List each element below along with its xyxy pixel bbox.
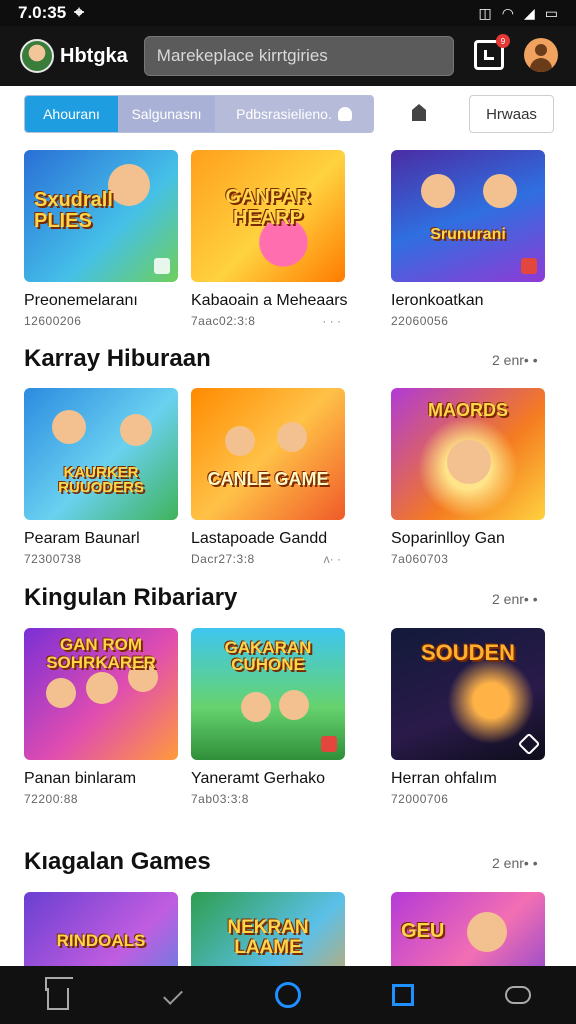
square-icon [392, 984, 415, 1006]
app-bar: Hbtgka Marekeplace kirrtgiries 9 [0, 26, 576, 86]
bottom-nav [0, 966, 576, 1024]
game-card[interactable]: GAN ROM SOHRKARER Panan binlaram 72200:8… [24, 628, 178, 806]
tab-label: Pdbsrasielieno. [236, 106, 332, 122]
game-card[interactable]: Srunurani Ieronkoatkan 22060056 [391, 150, 545, 328]
see-all-link[interactable]: 2 enr• • [492, 855, 538, 871]
battery-icon: ▭ [544, 4, 558, 21]
section-title: Karray Hiburaan [24, 345, 211, 372]
notifications-button[interactable]: 9 [474, 34, 510, 70]
check-icon [162, 985, 183, 1005]
game-meta: 22060056 [391, 314, 449, 328]
game-art-title: Srunurani [430, 225, 506, 243]
archive-icon[interactable] [410, 104, 428, 122]
game-card[interactable]: CANLE GAME Lastapoade Gandd Dacr27:3:8 ʌ… [191, 388, 345, 566]
status-time: 7.0:35 [18, 3, 67, 22]
search-placeholder: Marekeplace kirrtgiries [156, 46, 328, 65]
filter-button[interactable]: Hrwaas [469, 95, 554, 133]
avatar[interactable] [524, 38, 558, 72]
more-icon[interactable]: ʌ· · [324, 552, 341, 566]
game-thumbnail[interactable]: GAKARAN CUHONE [191, 628, 345, 760]
game-art-title: KAURKER RUUODERS [58, 463, 144, 497]
game-thumbnail[interactable]: GAN ROM SOHRKARER [24, 628, 178, 760]
game-thumbnail[interactable]: KAURKER RUUODERS [24, 388, 178, 520]
game-art-title: GANPAR HEARP [225, 185, 311, 229]
game-card[interactable]: KAURKER RUUODERS Pearam Baunarl 72300738 [24, 388, 178, 566]
badge-icon [521, 258, 537, 274]
game-meta: 7a060703 [391, 552, 449, 566]
game-art-title: SOUDEN [420, 640, 516, 666]
nav-square-button[interactable] [383, 975, 423, 1015]
game-meta: Dacr27:3:8 [191, 552, 255, 566]
game-art-title: GEU [401, 920, 445, 943]
notification-badge: 9 [496, 34, 510, 48]
app-title: Hbtgka [60, 44, 128, 67]
game-meta: 7ab03:3:8 [191, 792, 249, 806]
game-name: Herran ohfalım [391, 770, 497, 787]
game-art-title: GAN ROM SOHRKARER [46, 634, 156, 672]
game-meta: 72000706 [391, 792, 449, 806]
signal-icon: ◢ [523, 4, 535, 21]
cloud-icon [505, 986, 532, 1004]
tab-pdbsrasielieno[interactable]: Pdbsrasielieno. [215, 96, 373, 132]
game-meta: 72200:88 [24, 792, 79, 806]
game-name: Pearam Baunarl [24, 530, 140, 547]
vibrate-icon: ◫ [478, 4, 492, 21]
location-icon: ⌖ [74, 3, 84, 22]
bell-icon [484, 50, 494, 60]
section-title: Kıagalan Games [24, 848, 211, 875]
home-icon [46, 988, 69, 1010]
game-name: Soparinlloy Gan [391, 530, 505, 547]
nav-home-button[interactable] [38, 975, 78, 1015]
game-art-title: NEKRAN LAAME [227, 917, 309, 959]
game-card[interactable]: SOUDEN Herran ohfalım 72000706 [391, 628, 545, 806]
game-thumbnail[interactable]: Srunurani [391, 150, 545, 282]
see-all-link[interactable]: 2 enr• • [492, 591, 538, 607]
badge-icon [321, 736, 337, 752]
app-logo[interactable] [20, 39, 54, 73]
game-meta: 12600206 [24, 314, 82, 328]
game-card[interactable]: Sxudrall PLIES Preonemelaranı 12600206 [24, 150, 178, 328]
game-thumbnail[interactable]: Sxudrall PLIES [24, 150, 178, 282]
search-field[interactable]: Marekeplace kirrtgiries [143, 36, 454, 76]
ghost-icon [337, 107, 352, 121]
game-thumbnail[interactable]: SOUDEN [391, 628, 545, 760]
game-name: Panan binlaram [24, 770, 137, 787]
game-thumbnail[interactable]: CANLE GAME [191, 388, 345, 520]
game-thumbnail[interactable]: MAORDS [391, 388, 545, 520]
info-icon [154, 258, 170, 274]
tab-label: Salgunasnı [131, 106, 202, 122]
section-title: Kingulan Ribariary [24, 584, 238, 611]
game-meta: 72300738 [24, 552, 82, 566]
game-name: Kabaoain a Meheaars [191, 292, 348, 309]
category-tabs: Ahouranı Salgunasnı Pdbsrasielieno. [24, 95, 374, 133]
more-icon[interactable]: · · · [322, 314, 341, 328]
game-name: Lastapoade Gandd [191, 530, 328, 547]
nav-check-button[interactable] [153, 975, 193, 1015]
tab-ahourani[interactable]: Ahouranı [25, 96, 118, 132]
game-art-title: GAKARAN CUHONE [224, 637, 312, 675]
tab-salgunasni[interactable]: Salgunasnı [118, 96, 215, 132]
game-name: Yaneramt Gerhako [191, 770, 325, 787]
wifi-icon: ◠ [501, 4, 514, 21]
see-all-link[interactable]: 2 enr• • [492, 352, 538, 368]
game-name: Ieronkoatkan [391, 292, 484, 309]
game-art-title: CANLE GAME [207, 468, 329, 489]
game-card[interactable]: GAKARAN CUHONE Yaneramt Gerhako 7ab03:3:… [191, 628, 345, 806]
filter-label: Hrwaas [486, 105, 537, 123]
game-thumbnail[interactable]: GANPAR HEARP [191, 150, 345, 282]
game-art-title: RINDOALS [56, 930, 146, 950]
nav-circle-button[interactable] [268, 975, 308, 1015]
game-art-title: Sxudrall PLIES [34, 188, 113, 232]
status-bar: 7.0:35 ⌖ ◫ ◠ ◢ ▭ [0, 0, 576, 26]
tab-label: Ahouranı [43, 106, 100, 122]
nav-cloud-button[interactable] [498, 975, 538, 1015]
status-right: ◫ ◠ ◢ ▭ [479, 5, 558, 22]
game-card[interactable]: GANPAR HEARP Kabaoain a Meheaars 7aac02:… [191, 150, 348, 328]
game-name: Preonemelaranı [24, 292, 138, 309]
game-art-title: MAORDS [428, 400, 508, 421]
status-left: 7.0:35 ⌖ [18, 3, 84, 23]
game-card[interactable]: MAORDS Soparinlloy Gan 7a060703 [391, 388, 545, 566]
circle-icon [274, 982, 301, 1008]
